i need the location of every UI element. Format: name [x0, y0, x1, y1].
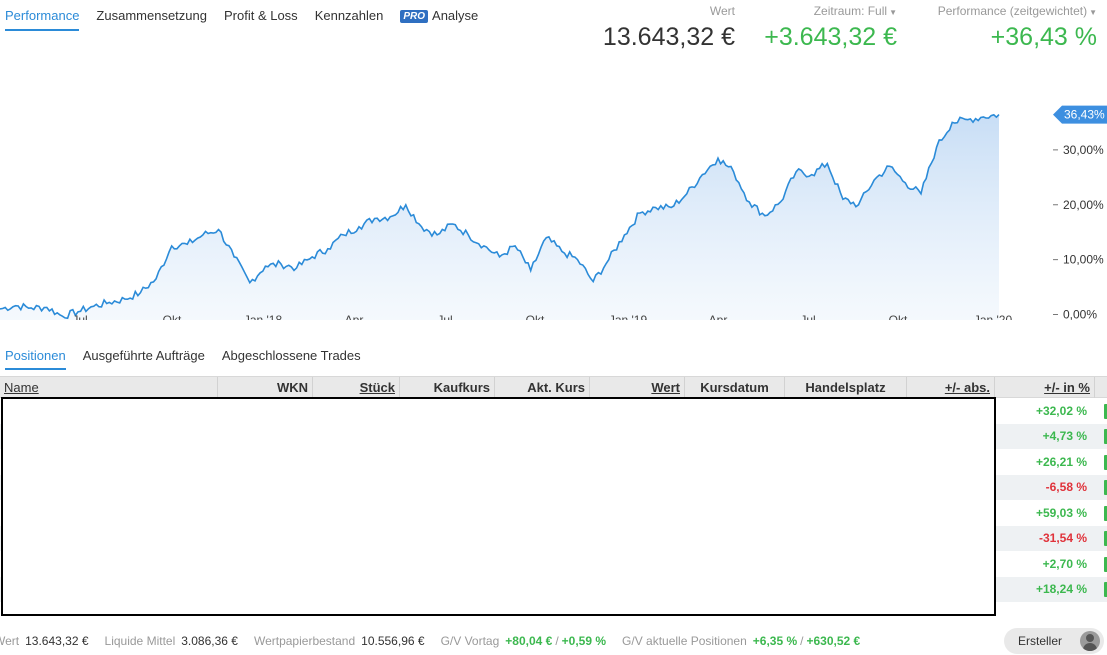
- zeitraum-value: +3.643,32 €: [764, 23, 897, 51]
- footer-bestand-label: Wertpapierbestand: [253, 633, 356, 648]
- row-pct-change: +59,03 %: [1035, 506, 1087, 520]
- footer-wert-label: Wert: [0, 633, 20, 648]
- tab-profit-loss[interactable]: Profit & Loss: [224, 0, 298, 29]
- pro-badge: PRO: [400, 10, 429, 23]
- tab-analyse-label: Analyse: [432, 8, 479, 23]
- positions-tab-bar: Positionen Ausgeführte Aufträge Abgeschl…: [0, 345, 361, 370]
- current-value-label: 36,43%: [1064, 108, 1105, 122]
- footer-vortag-pct: +0,59 %: [561, 633, 607, 648]
- footer-separator: /: [555, 633, 559, 648]
- col-akt-kurs[interactable]: Akt. Kurs: [495, 377, 590, 398]
- performance-label: Performance (zeitgewichtet): [937, 4, 1088, 18]
- avatar-icon: [1080, 631, 1100, 651]
- footer-bestand-value: 10.556,96 €: [361, 633, 425, 648]
- zeitraum-label: Zeitraum: Full: [813, 4, 888, 18]
- y-tick-label: 10,00%: [1063, 253, 1104, 267]
- col-kursdatum[interactable]: Kursdatum: [685, 377, 785, 398]
- x-tick-label: Jul: [72, 313, 87, 320]
- x-tick-label: Jan '20: [974, 313, 1013, 320]
- caret-down-icon: ▼: [1089, 8, 1097, 17]
- x-tick-label: Jul: [800, 313, 815, 320]
- tab-analyse[interactable]: PRO Analyse: [400, 0, 478, 29]
- row-pct-change: +4,73 %: [1042, 429, 1087, 443]
- caret-down-icon: ▼: [889, 8, 897, 17]
- stat-zeitraum[interactable]: Zeitraum: Full ▼ +3.643,32 €: [745, 4, 897, 52]
- tab-abgeschlossene-trades[interactable]: Abgeschlossene Trades: [222, 345, 361, 370]
- y-tick-label: 30,00%: [1063, 143, 1104, 157]
- creator-label: Ersteller: [1018, 634, 1063, 648]
- col-handelsplatz[interactable]: Handelsplatz: [785, 377, 907, 398]
- performance-chart[interactable]: 0,00% 10,00% 20,00% 30,00% Jul Okt Jan '18 Apr…: [0, 95, 1107, 320]
- x-tick-label: Okt: [526, 313, 545, 320]
- x-tick-label: Jan '19: [609, 313, 648, 320]
- row-pct-change: -31,54 %: [1038, 531, 1087, 545]
- x-tick-label: Apr: [345, 313, 364, 320]
- tab-ausgefuehrte-auftraege[interactable]: Ausgeführte Aufträge: [83, 345, 205, 370]
- chart-area-fill: [0, 114, 999, 320]
- tab-zusammensetzung[interactable]: Zusammensetzung: [96, 0, 207, 29]
- footer-wert-value: 13.643,32 €: [25, 633, 89, 648]
- row-pct-change: -6,58 %: [1045, 480, 1087, 494]
- tab-performance[interactable]: Performance: [5, 0, 80, 31]
- row-pct-change: +32,02 %: [1035, 404, 1087, 418]
- footer-aktuell-abs: +630,52 €: [806, 633, 861, 648]
- creator-button[interactable]: Ersteller: [1004, 628, 1104, 654]
- zeitraum-dropdown[interactable]: Zeitraum: Full ▼: [745, 4, 897, 20]
- row-pct-change: +18,24 %: [1035, 582, 1087, 596]
- wert-value: 13.643,32 €: [602, 23, 735, 51]
- performance-dropdown[interactable]: Performance (zeitgewichtet) ▼: [905, 4, 1097, 20]
- x-tick-label: Apr: [709, 313, 728, 320]
- x-tick-label: Jul: [437, 313, 452, 320]
- x-tick-label: Okt: [163, 313, 182, 320]
- stat-performance[interactable]: Performance (zeitgewichtet) ▼ +36,43 %: [905, 4, 1097, 52]
- footer-vortag-label: G/V Vortag: [440, 633, 500, 648]
- col-pct[interactable]: +/- in %: [995, 377, 1095, 398]
- row-pct-change: +2,70 %: [1042, 557, 1087, 571]
- y-tick-label: 20,00%: [1063, 198, 1104, 212]
- col-wert[interactable]: Wert: [590, 377, 685, 398]
- top-tab-bar: Performance Zusammensetzung Profit & Los…: [0, 0, 478, 32]
- redacted-area: [1, 397, 996, 616]
- col-kaufkurs[interactable]: Kaufkurs: [400, 377, 495, 398]
- stat-wert: Wert 13.643,32 €: [590, 4, 735, 52]
- footer-liquide-value: 3.086,36 €: [181, 633, 238, 648]
- col-name[interactable]: Name: [0, 377, 218, 398]
- col-stueck[interactable]: Stück: [313, 377, 400, 398]
- tab-kennzahlen[interactable]: Kennzahlen: [315, 0, 384, 29]
- x-tick-label: Jan '18: [244, 313, 283, 320]
- x-tick-label: Okt: [889, 313, 908, 320]
- footer-liquide-label: Liquide Mittel: [104, 633, 176, 648]
- footer-vortag-abs: +80,04 €: [505, 633, 553, 648]
- footer-aktuell-label: G/V aktuelle Positionen: [622, 633, 747, 648]
- y-tick-label: 0,00%: [1063, 308, 1097, 320]
- col-abs[interactable]: +/- abs.: [907, 377, 995, 398]
- wert-label: Wert: [709, 4, 735, 18]
- tab-positionen[interactable]: Positionen: [5, 345, 66, 370]
- col-wkn[interactable]: WKN: [218, 377, 313, 398]
- performance-value: +36,43 %: [990, 23, 1097, 51]
- positions-table-header: Name WKN Stück Kaufkurs Akt. Kurs Wert K…: [0, 376, 1107, 398]
- portfolio-summary-footer: Wert 13.643,32 € Liquide Mittel 3.086,36…: [0, 626, 1107, 655]
- footer-separator: /: [800, 633, 804, 648]
- footer-aktuell-pct: +6,35 %: [752, 633, 798, 648]
- row-pct-change: +26,21 %: [1035, 455, 1087, 469]
